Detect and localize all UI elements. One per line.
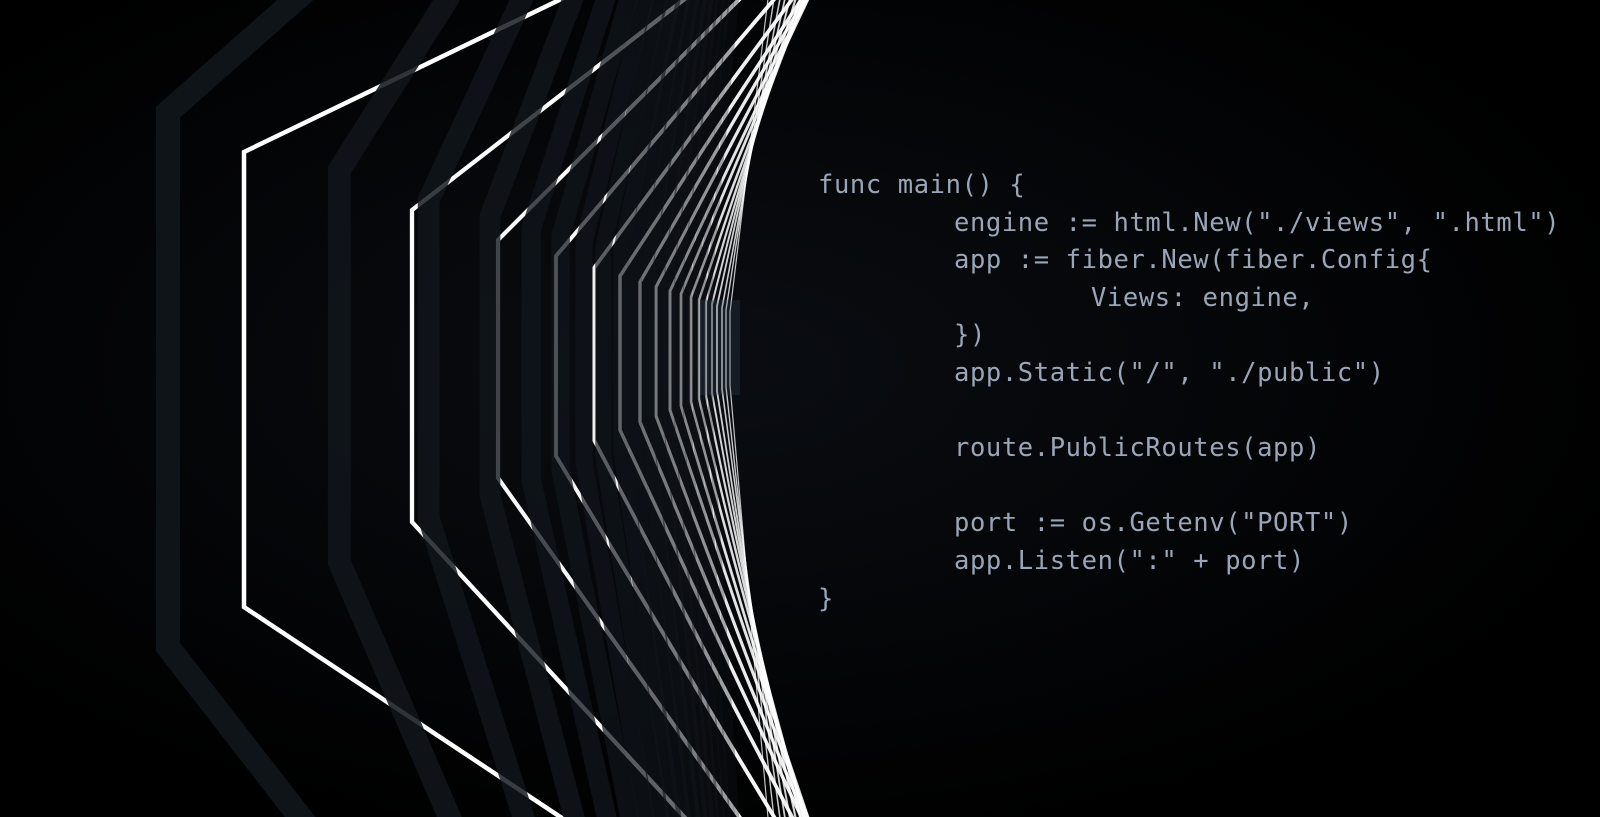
code-line: route.PublicRoutes(app) xyxy=(954,433,1321,464)
code-block: func main() { engine := html.New("./views… xyxy=(818,167,1598,618)
code-line: Views: engine, xyxy=(1091,282,1315,313)
code-line: engine := html.New("./views", ".html") xyxy=(954,207,1561,238)
code-line: app := fiber.New(fiber.Config{ xyxy=(954,245,1433,276)
tunnel-core-glow xyxy=(700,300,740,395)
code-line: }) xyxy=(954,320,986,351)
code-line: func main() { xyxy=(818,170,1026,200)
code-line: } xyxy=(818,583,834,614)
code-line: app.Static("/", "./public") xyxy=(954,357,1385,388)
code-line: port := os.Getenv("PORT") xyxy=(954,508,1353,539)
wallpaper-scene: func main() { engine := html.New("./views… xyxy=(0,0,1600,817)
code-line: app.Listen(":" + port) xyxy=(954,545,1305,576)
